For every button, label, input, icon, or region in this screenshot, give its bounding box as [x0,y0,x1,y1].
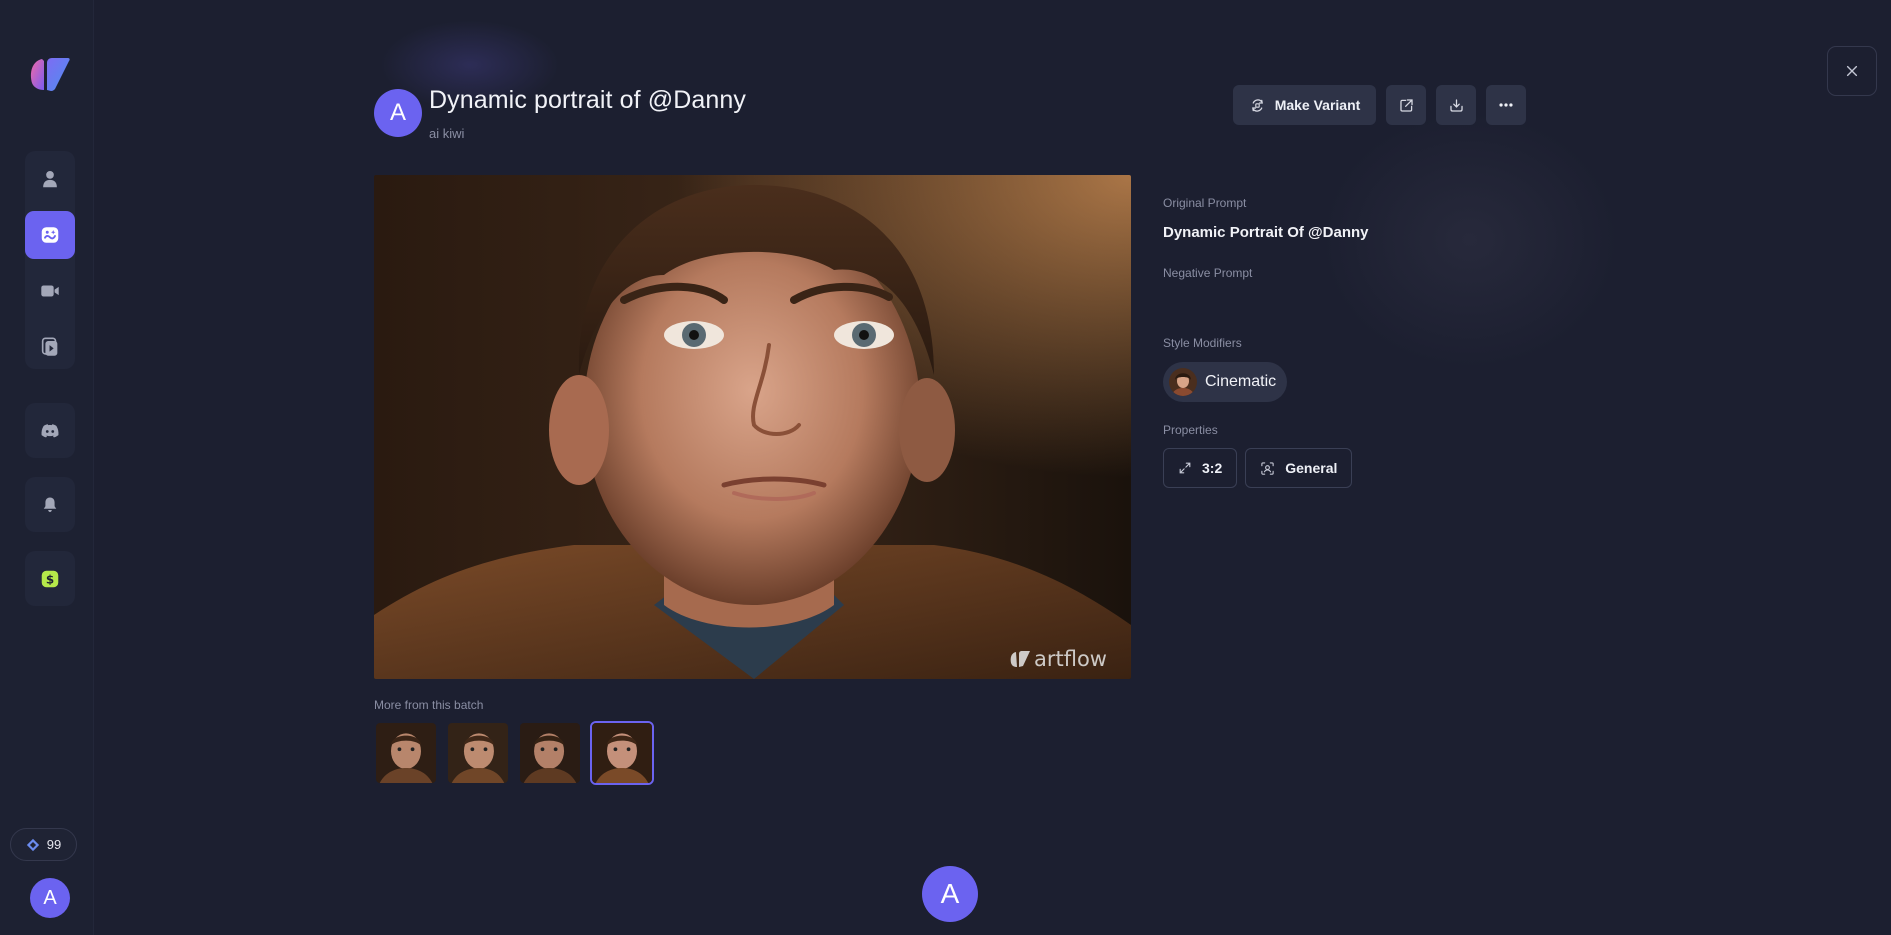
style-thumbnail [1169,368,1197,396]
properties-label: Properties [1163,423,1218,437]
negative-prompt-label: Negative Prompt [1163,266,1253,280]
video-camera-icon [41,285,59,297]
sidebar: $ 99 A [0,0,94,935]
image-toolbar: Make Variant [1233,85,1526,125]
model-icon [1261,461,1274,475]
notifications-button[interactable] [25,477,75,532]
svg-text:artflow: artflow [1034,647,1107,671]
discord-button[interactable] [25,403,75,458]
dollar-icon: $ [41,570,59,587]
more-options-button[interactable] [1486,85,1526,125]
video-library-icon [41,337,58,356]
make-variant-button[interactable]: Make Variant [1233,85,1376,125]
download-button[interactable] [1436,85,1476,125]
credits-badge[interactable]: 99 [10,828,77,861]
image-sparkle-icon [41,227,59,243]
artflow-logo[interactable] [28,55,72,93]
original-prompt-label: Original Prompt [1163,196,1247,210]
nav-clips[interactable] [25,323,75,371]
main-nav [25,151,75,369]
nav-characters[interactable] [25,155,75,203]
discord-icon [41,423,59,437]
model-property: General [1245,448,1353,488]
expand-icon [1179,462,1191,474]
style-modifiers-label: Style Modifiers [1163,336,1242,350]
batch-thumbnail-selected[interactable] [590,721,654,785]
aspect-ratio-property: 3:2 [1163,448,1238,488]
author-avatar[interactable]: A [374,89,422,137]
batch-thumbnail[interactable] [374,721,438,785]
external-link-icon [1399,98,1413,112]
style-modifier-label: Cinematic [1205,373,1277,390]
variant-icon [1251,98,1263,112]
original-prompt: Dynamic Portrait Of @Danny [1163,224,1369,241]
author-name[interactable]: ai kiwi [429,126,464,141]
nav-create-image[interactable] [25,211,75,259]
image-title: Dynamic portrait of @Danny [429,86,746,114]
credits-count: 99 [46,837,62,852]
close-icon [1846,65,1858,77]
style-modifier-chip[interactable]: Cinematic [1163,362,1287,402]
batch-thumbnails [374,721,654,785]
properties-row: 3:2 General [1163,448,1353,488]
diamond-icon [26,838,39,851]
user-icon [43,171,57,188]
pricing-button[interactable]: $ [25,551,75,606]
user-avatar[interactable]: A [30,878,70,918]
batch-label: More from this batch [374,698,484,712]
batch-thumbnail[interactable] [518,721,582,785]
svg-text:$: $ [46,572,54,586]
bottom-avatar[interactable]: A [922,866,978,922]
open-external-button[interactable] [1386,85,1426,125]
download-icon [1449,98,1463,112]
nav-video[interactable] [25,267,75,315]
batch-thumbnail[interactable] [446,721,510,785]
more-icon [1499,103,1513,107]
close-button[interactable] [1827,46,1877,96]
generated-image[interactable]: artflow [374,175,1131,679]
bell-icon [43,497,57,512]
